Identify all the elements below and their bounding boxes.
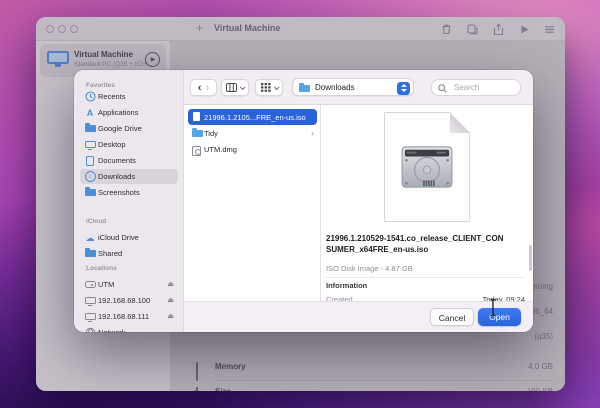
file-name: Tidy: [204, 129, 218, 138]
dialog-sidebar: Favorites Recents A Applications Google …: [74, 70, 184, 332]
open-button[interactable]: Open: [478, 308, 521, 326]
grid-view-button[interactable]: [255, 79, 283, 96]
ibeam-cursor: [487, 298, 499, 317]
folder-icon: [84, 123, 96, 134]
selected-row-highlight: 21996.1.2105...FRE_en-us.iso: [188, 109, 317, 125]
dialog-toolbar: ‹ › Downloads: [184, 70, 533, 105]
sidebar-item-label: 192.168.68.111: [98, 312, 149, 321]
disk-image-icon: [192, 146, 201, 156]
desktop-icon: [84, 139, 96, 150]
popup-stepper-icon: [397, 82, 410, 95]
applications-icon: A: [84, 107, 96, 118]
sidebar-item-screenshots[interactable]: Screenshots: [80, 185, 178, 200]
search-icon: [438, 84, 447, 93]
sidebar-item-label: UTM: [98, 280, 114, 289]
sidebar-item-server-100[interactable]: 192.168.68.100 ⏏: [80, 293, 178, 308]
preview-file-name-line2: SUMER_x64FRE_en-us.iso: [326, 245, 428, 254]
preview-file-name-line1: 21996.1.210529-1541.co_release_CLIENT_CO…: [326, 234, 503, 243]
document-icon: [84, 155, 96, 166]
sidebar-item-desktop[interactable]: Desktop: [80, 137, 178, 152]
cloud-icon: ☁: [84, 232, 96, 243]
sidebar-item-label: iCloud Drive: [98, 233, 139, 242]
cancel-button[interactable]: Cancel: [430, 308, 474, 326]
sidebar-item-server-111[interactable]: 192.168.68.111 ⏏: [80, 309, 178, 324]
network-display-icon: [84, 295, 96, 306]
sidebar-item-label: Desktop: [98, 140, 126, 149]
preview-divider: [326, 277, 525, 278]
shared-folder-icon: [84, 248, 96, 259]
sidebar-item-downloads[interactable]: ↓ Downloads: [80, 169, 178, 184]
back-icon[interactable]: ‹: [198, 82, 202, 94]
sidebar-item-label: Screenshots: [98, 188, 140, 197]
sidebar-item-label: Network: [98, 328, 126, 332]
search-field[interactable]: [431, 79, 521, 96]
sidebar-item-label: 192.168.68.100: [98, 296, 150, 305]
sidebar-item-label: Applications: [98, 108, 138, 117]
chevron-down-icon: [240, 84, 246, 90]
sidebar-item-google-drive[interactable]: Google Drive: [80, 121, 178, 136]
search-input[interactable]: [452, 81, 514, 94]
eject-icon[interactable]: ⏏: [167, 280, 174, 288]
page-fold-corner: [450, 113, 470, 133]
sidebar-item-network[interactable]: Network: [80, 325, 178, 332]
preview-file-name: 21996.1.210529-1541.co_release_CLIENT_CO…: [326, 233, 527, 255]
desktop-wallpaper: + Virtual Machine Virtual Machine St: [0, 0, 600, 408]
preview-scrollbar[interactable]: [529, 245, 532, 271]
location-popup[interactable]: Downloads: [292, 78, 414, 96]
downloads-icon: ↓: [84, 171, 96, 182]
sidebar-item-label: Downloads: [98, 172, 135, 181]
file-row-iso[interactable]: 21996.1.2105...FRE_en-us.iso: [184, 109, 320, 125]
sidebar-item-label: Shared: [98, 249, 122, 258]
sidebar-item-utm-drive[interactable]: UTM ⏏: [80, 277, 178, 292]
preview-info-header: Information: [326, 281, 367, 290]
folder-icon: [84, 187, 96, 198]
file-name: UTM.dmg: [204, 145, 237, 154]
sidebar-item-recents[interactable]: Recents: [80, 89, 178, 104]
sidebar-item-documents[interactable]: Documents: [80, 153, 178, 168]
sidebar-item-label: Recents: [98, 92, 126, 101]
dialog-button-bar: Cancel Open: [184, 301, 533, 332]
network-display-icon: [84, 311, 96, 322]
section-header-favorites: Favorites: [86, 82, 115, 89]
file-row-tidy[interactable]: Tidy ›: [184, 126, 320, 142]
column-view-button[interactable]: [221, 79, 249, 96]
folder-icon: [192, 130, 203, 137]
eject-icon[interactable]: ⏏: [167, 312, 174, 320]
chevron-down-icon: [273, 84, 279, 90]
hard-drive-icon: [398, 144, 456, 190]
file-row-utm-dmg[interactable]: UTM.dmg: [184, 142, 320, 158]
file-list: 21996.1.2105...FRE_en-us.iso Tidy › UTM.…: [184, 105, 321, 301]
open-file-dialog: Favorites Recents A Applications Google …: [74, 70, 533, 332]
section-header-icloud: iCloud: [86, 218, 106, 225]
grid-icon: [261, 83, 271, 92]
section-header-locations: Locations: [86, 265, 117, 272]
file-icon: [193, 112, 200, 121]
sidebar-item-applications[interactable]: A Applications: [80, 105, 178, 120]
sidebar-item-label: Google Drive: [98, 124, 142, 133]
forward-icon: ›: [206, 82, 210, 94]
folder-icon: [299, 85, 310, 92]
eject-icon[interactable]: ⏏: [167, 296, 174, 304]
sidebar-item-icloud-drive[interactable]: ☁ iCloud Drive: [80, 230, 178, 245]
columns-icon: [226, 83, 237, 92]
external-drive-icon: [84, 279, 96, 290]
globe-icon: [84, 327, 96, 332]
sidebar-item-label: Documents: [98, 156, 136, 165]
location-popup-label: Downloads: [315, 83, 355, 92]
disclosure-chevron-icon: ›: [311, 128, 314, 138]
preview-pane: 21996.1.210529-1541.co_release_CLIENT_CO…: [321, 105, 533, 301]
file-name: 21996.1.2105...FRE_en-us.iso: [204, 113, 306, 122]
clock-icon: [84, 91, 96, 102]
preview-file-kind: ISO Disk Image - 4.87 GB: [326, 264, 413, 273]
nav-back-forward[interactable]: ‹ ›: [190, 79, 217, 96]
sidebar-item-shared[interactable]: Shared: [80, 246, 178, 261]
